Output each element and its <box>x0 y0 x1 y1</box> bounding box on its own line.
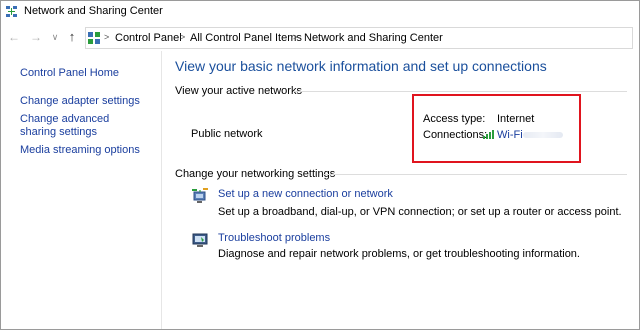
left-pane: Control Panel Home Change adapter settin… <box>1 51 159 329</box>
breadcrumb-network-center[interactable]: Network and Sharing Center <box>304 32 443 44</box>
sidebar-item-control-panel-home[interactable]: Control Panel Home <box>20 67 119 80</box>
page-title: View your basic network information and … <box>175 58 547 74</box>
section-divider <box>323 174 627 175</box>
setup-connection-link[interactable]: Set up a new connection or network <box>218 188 393 200</box>
network-center-icon <box>6 6 17 17</box>
forward-arrow-icon[interactable]: → <box>29 30 43 44</box>
breadcrumb-separator: > <box>104 32 110 42</box>
breadcrumb-control-panel[interactable]: Control Panel <box>115 32 182 44</box>
breadcrumb-separator: > <box>293 32 299 42</box>
title-bar: Network and Sharing Center <box>1 1 639 22</box>
up-arrow-icon[interactable]: ↑ <box>65 30 79 44</box>
navigation-bar: ← → ∨ ↑ > Control Panel > All Control Pa… <box>1 26 639 50</box>
window-title: Network and Sharing Center <box>24 5 163 17</box>
pane-divider <box>161 51 162 329</box>
active-networks-heading: View your active networks <box>175 85 302 97</box>
back-arrow-icon[interactable]: ← <box>7 30 21 44</box>
window: Network and Sharing Center ← → ∨ ↑ > Con… <box>0 0 640 330</box>
sidebar-item-media-streaming[interactable]: Media streaming options <box>20 144 140 157</box>
troubleshoot-link[interactable]: Troubleshoot problems <box>218 232 330 244</box>
sidebar-item-advanced-sharing[interactable]: Change advanced sharing settings <box>20 113 145 139</box>
history-chevron-icon[interactable]: ∨ <box>48 30 62 44</box>
troubleshoot-icon <box>192 233 208 247</box>
breadcrumb-separator: > <box>180 32 186 42</box>
control-panel-icon <box>88 32 100 44</box>
change-settings-heading: Change your networking settings <box>175 168 336 180</box>
troubleshoot-description: Diagnose and repair network problems, or… <box>218 248 580 260</box>
section-divider <box>293 91 627 92</box>
breadcrumb-all-items[interactable]: All Control Panel Items <box>190 32 302 44</box>
new-connection-icon <box>192 188 208 203</box>
highlight-box <box>412 94 581 163</box>
network-name: Public network <box>191 128 263 140</box>
sidebar-item-adapter-settings[interactable]: Change adapter settings <box>20 95 140 108</box>
address-bar[interactable]: > Control Panel > All Control Panel Item… <box>85 27 633 49</box>
setup-connection-description: Set up a broadband, dial-up, or VPN conn… <box>218 206 622 218</box>
